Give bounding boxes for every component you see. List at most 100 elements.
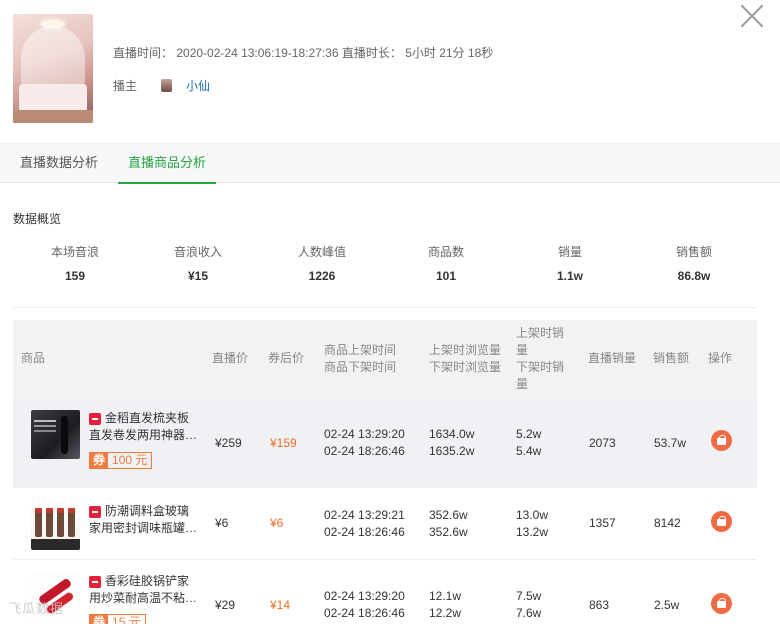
live-duration-label: 直播时长： bbox=[341, 46, 402, 60]
stat-value: 101 bbox=[435, 269, 457, 283]
stat-wave-income: 音浪收入 ¥15 bbox=[138, 236, 258, 288]
stat-revenue: 销售额 86.8w bbox=[634, 236, 754, 288]
coupon-price: ¥14 bbox=[270, 598, 291, 612]
off-views: 1635.2w bbox=[429, 444, 475, 458]
th-on-sales-a: 上架时销 bbox=[516, 326, 565, 340]
stat-label: 商品数 bbox=[427, 245, 464, 259]
on-views: 352.6w bbox=[429, 508, 468, 522]
product-name-link[interactable]: 香彩硅胶锅铲家 用炒菜耐高温不粘… bbox=[89, 573, 199, 607]
stat-sound-wave: 本场音浪 159 bbox=[15, 236, 135, 288]
coupon-tag: 券 bbox=[90, 615, 109, 624]
product-table: 商品 直播价 券后价 商品上架时间 商品下架时间 上架时浏览量 下架时浏览量 上… bbox=[13, 320, 757, 624]
product-image[interactable] bbox=[31, 501, 80, 550]
host-info: 播主 小仙 bbox=[113, 77, 210, 94]
th-listed-time[interactable]: 商品上架时间 商品下架时间 bbox=[324, 342, 396, 376]
shopping-bag-icon[interactable] bbox=[711, 430, 732, 451]
on-views: 1634.0w bbox=[429, 427, 475, 441]
th-off-sales-b: 量 bbox=[516, 377, 529, 391]
th-coupon-price[interactable]: 券后价 bbox=[268, 350, 304, 367]
th-off-time: 商品下架时间 bbox=[324, 360, 397, 374]
table-row[interactable]: 香彩硅胶锅铲家 用炒菜耐高温不粘… 券 15 元 ¥29 ¥14 02-24 1… bbox=[13, 560, 757, 624]
live-sales: 863 bbox=[589, 598, 610, 612]
off-views: 352.6w bbox=[429, 525, 468, 539]
off-sales: 5.4w bbox=[516, 444, 542, 458]
stat-value: 1.1w bbox=[556, 269, 583, 283]
off-time: 02-24 18:26:46 bbox=[324, 444, 405, 458]
table-row[interactable]: 防潮调料盒玻璃 家用密封调味瓶罐… ¥6 ¥6 02-24 13:29:21 0… bbox=[13, 488, 757, 560]
live-cover-image bbox=[13, 14, 93, 123]
stat-label: 人数峰值 bbox=[297, 245, 346, 259]
th-off-views: 下架时浏览量 bbox=[429, 360, 502, 374]
revenue: 53.7w bbox=[654, 436, 687, 450]
live-sales: 1357 bbox=[589, 516, 616, 530]
live-price: ¥6 bbox=[215, 516, 229, 530]
product-name-line2: 直发卷发两用神器… bbox=[89, 428, 198, 442]
stat-value: 1226 bbox=[308, 269, 336, 283]
overview-title: 数据概览 bbox=[13, 212, 62, 226]
off-sales: 7.6w bbox=[516, 606, 542, 620]
on-time: 02-24 13:29:21 bbox=[324, 508, 405, 522]
tab-live-data-analysis[interactable]: 直播数据分析 bbox=[20, 144, 98, 184]
th-off-sales-a: 下架时销 bbox=[516, 360, 565, 374]
coupon-value: 100 元 bbox=[112, 453, 148, 467]
shopping-bag-icon[interactable] bbox=[711, 511, 732, 532]
on-sales: 13.0w bbox=[516, 508, 549, 522]
live-duration-value: 5小时 21分 18秒 bbox=[405, 46, 494, 60]
live-price: ¥259 bbox=[215, 436, 242, 450]
th-on-time: 商品上架时间 bbox=[324, 343, 397, 357]
stat-sales-volume: 销量 1.1w bbox=[510, 236, 630, 288]
watermark: 飞瓜数据 bbox=[8, 601, 65, 616]
product-name-line2: 用炒菜耐高温不粘… bbox=[89, 591, 198, 605]
off-time: 02-24 18:26:46 bbox=[324, 606, 405, 620]
live-session-header: 直播时间： 2020-02-24 13:06:19-18:27:36 直播时长：… bbox=[0, 0, 780, 143]
coupon-value: 15 元 bbox=[112, 615, 141, 624]
coupon-badge: 券 100 元 bbox=[89, 452, 153, 469]
th-on-sales-b: 量 bbox=[516, 343, 529, 357]
overview-stats: 本场音浪 159 音浪收入 ¥15 人数峰值 1226 商品数 101 销量 1… bbox=[13, 236, 757, 308]
on-sales: 7.5w bbox=[516, 589, 542, 603]
on-time: 02-24 13:29:20 bbox=[324, 589, 405, 603]
th-sales[interactable]: 上架时销 量 下架时销 量 bbox=[516, 325, 564, 393]
stat-peak-viewers: 人数峰值 1226 bbox=[262, 236, 382, 288]
coupon-tag: 券 bbox=[90, 453, 109, 468]
live-sales: 2073 bbox=[589, 436, 616, 450]
th-product: 商品 bbox=[21, 351, 46, 365]
th-live-price[interactable]: 直播价 bbox=[212, 350, 248, 367]
off-sales: 13.2w bbox=[516, 525, 549, 539]
stat-label: 本场音浪 bbox=[50, 245, 99, 259]
th-live-sales[interactable]: 直播销量 bbox=[588, 350, 636, 367]
revenue: 8142 bbox=[654, 516, 681, 530]
host-label: 播主 bbox=[113, 79, 138, 93]
on-time: 02-24 13:29:20 bbox=[324, 427, 405, 441]
live-price: ¥29 bbox=[215, 598, 236, 612]
product-image[interactable] bbox=[31, 410, 80, 459]
product-name-link[interactable]: 金稻直发梳夹板 直发卷发两用神器… bbox=[89, 410, 199, 444]
stat-product-count: 商品数 101 bbox=[386, 236, 506, 288]
product-name-line2: 家用密封调味瓶罐… bbox=[89, 521, 198, 535]
stat-value: 86.8w bbox=[677, 269, 711, 283]
product-name-line1: 防潮调料盒玻璃 bbox=[105, 504, 190, 518]
th-revenue[interactable]: 销售额 bbox=[653, 350, 689, 367]
product-name-line1: 香彩硅胶锅铲家 bbox=[105, 574, 190, 588]
revenue: 2.5w bbox=[654, 598, 680, 612]
product-name-link[interactable]: 防潮调料盒玻璃 家用密封调味瓶罐… bbox=[89, 503, 199, 537]
stat-label: 音浪收入 bbox=[173, 245, 222, 259]
live-time-value: 2020-02-24 13:06:19-18:27:36 bbox=[176, 46, 339, 60]
table-row[interactable]: 金稻直发梳夹板 直发卷发两用神器… 券 100 元 ¥259 ¥159 02-2… bbox=[13, 398, 757, 488]
coupon-price: ¥6 bbox=[270, 516, 284, 530]
stat-value: 159 bbox=[64, 269, 86, 283]
off-views: 12.2w bbox=[429, 606, 462, 620]
stat-label: 销售额 bbox=[675, 245, 712, 259]
stat-label: 销量 bbox=[557, 245, 582, 259]
on-sales: 5.2w bbox=[516, 427, 542, 441]
analysis-tabs: 直播数据分析 直播商品分析 bbox=[0, 143, 780, 184]
th-on-views: 上架时浏览量 bbox=[429, 343, 502, 357]
shopping-bag-icon[interactable] bbox=[711, 593, 732, 614]
th-views[interactable]: 上架时浏览量 下架时浏览量 bbox=[429, 342, 501, 376]
live-time-label: 直播时间： bbox=[113, 46, 174, 60]
close-icon[interactable] bbox=[739, 3, 765, 29]
stat-value: ¥15 bbox=[187, 269, 209, 283]
host-name-link[interactable]: 小仙 bbox=[186, 77, 210, 94]
tab-live-product-analysis[interactable]: 直播商品分析 bbox=[118, 144, 216, 184]
on-views: 12.1w bbox=[429, 589, 462, 603]
